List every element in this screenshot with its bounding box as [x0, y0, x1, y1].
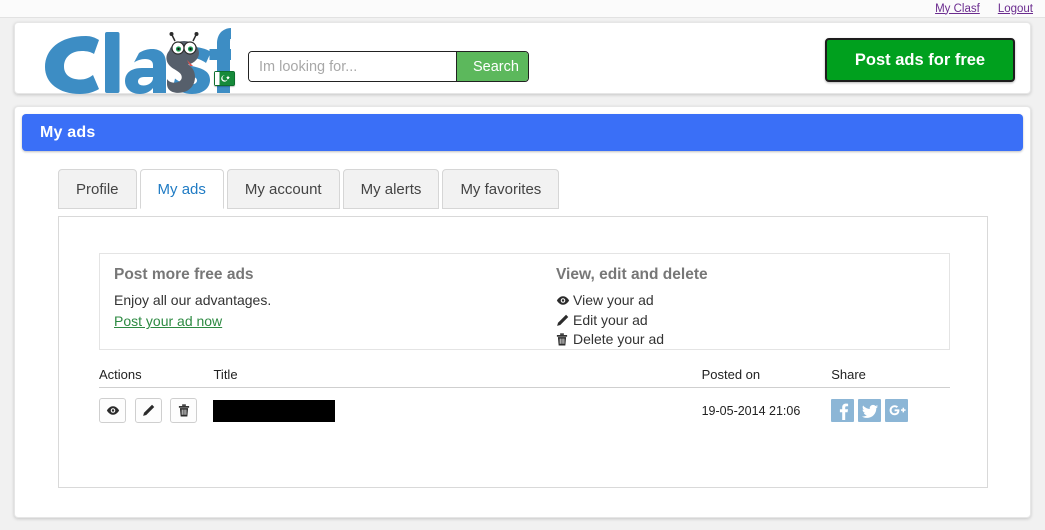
top-utility-bar: My Clasf Logout	[0, 0, 1045, 18]
page-title-bar: My ads	[22, 114, 1023, 151]
view-edit-delete-block: View, edit and delete View your ad Edit …	[556, 266, 708, 351]
legend-view-row: View your ad	[556, 292, 708, 310]
tab-my-alerts[interactable]: My alerts	[342, 169, 440, 209]
table-row: 19-05-2014 21:06	[99, 388, 950, 434]
row-posted-on-cell: 19-05-2014 21:06	[702, 388, 832, 434]
edit-ad-button[interactable]	[134, 398, 162, 423]
legend-view-label: View your ad	[573, 292, 654, 309]
app-root: My Clasf Logout Im looking for... Search…	[0, 0, 1045, 530]
google-plus-share-icon[interactable]	[885, 399, 909, 422]
ad-posted-date: 19-05-2014 21:06	[701, 404, 801, 418]
clasf-logo[interactable]	[31, 25, 241, 95]
search-button[interactable]: Search	[456, 52, 528, 81]
account-tabs: Profile My ads My account My alerts My f…	[58, 169, 562, 209]
row-title-cell	[213, 388, 701, 434]
trash-icon	[556, 333, 573, 346]
post-more-ads-heading: Post more free ads	[114, 266, 254, 283]
logout-link[interactable]: Logout	[998, 3, 1033, 15]
page-title: My ads	[40, 123, 96, 141]
legend-delete-label: Delete your ad	[573, 331, 665, 348]
my-clasf-link[interactable]: My Clasf	[935, 3, 980, 15]
ads-table: Actions Title Posted on Share 19-05-2014…	[99, 365, 950, 433]
table-header-row: Actions Title Posted on Share	[99, 365, 950, 388]
site-header: Search Post ads for free	[14, 22, 1031, 94]
view-ad-button[interactable]	[99, 398, 126, 423]
header-title: Title	[213, 365, 702, 388]
pakistan-flag-icon[interactable]	[214, 71, 235, 86]
tab-my-favorites[interactable]: My favorites	[442, 169, 560, 209]
header-posted-on: Posted on	[701, 365, 832, 388]
eye-icon	[556, 295, 573, 306]
legend-edit-label: Edit your ad	[573, 311, 648, 328]
search-input[interactable]	[249, 52, 456, 81]
pencil-icon	[556, 314, 573, 327]
post-ads-button[interactable]: Post ads for free	[825, 38, 1015, 82]
my-ads-panel: Post more free ads Enjoy all our advanta…	[58, 216, 988, 488]
tab-my-account[interactable]: My account	[226, 169, 340, 209]
post-your-ad-now-link[interactable]: Post your ad now	[114, 313, 222, 329]
row-actions-cell	[99, 388, 213, 434]
tab-my-ads[interactable]: My ads	[139, 169, 224, 209]
info-box: Post more free ads Enjoy all our advanta…	[99, 253, 950, 350]
header-actions: Actions	[99, 365, 214, 388]
tab-profile[interactable]: Profile	[58, 169, 137, 209]
twitter-share-icon[interactable]	[858, 399, 882, 422]
facebook-share-icon[interactable]	[831, 399, 855, 422]
main-content-card: My ads Profile My ads My account My aler…	[14, 106, 1031, 518]
post-more-ads-block: Post more free ads Enjoy all our advanta…	[114, 266, 271, 331]
ad-title-redacted[interactable]	[213, 399, 336, 422]
legend-edit-row: Edit your ad	[556, 312, 708, 330]
search-bar: Search	[248, 51, 529, 82]
view-edit-delete-heading: View, edit and delete	[556, 266, 708, 283]
legend-delete-row: Delete your ad	[556, 331, 708, 349]
post-more-ads-text: Enjoy all our advantages.	[114, 292, 272, 309]
row-share-cell	[831, 388, 950, 434]
header-share: Share	[831, 365, 950, 388]
delete-ad-button[interactable]	[170, 398, 198, 423]
